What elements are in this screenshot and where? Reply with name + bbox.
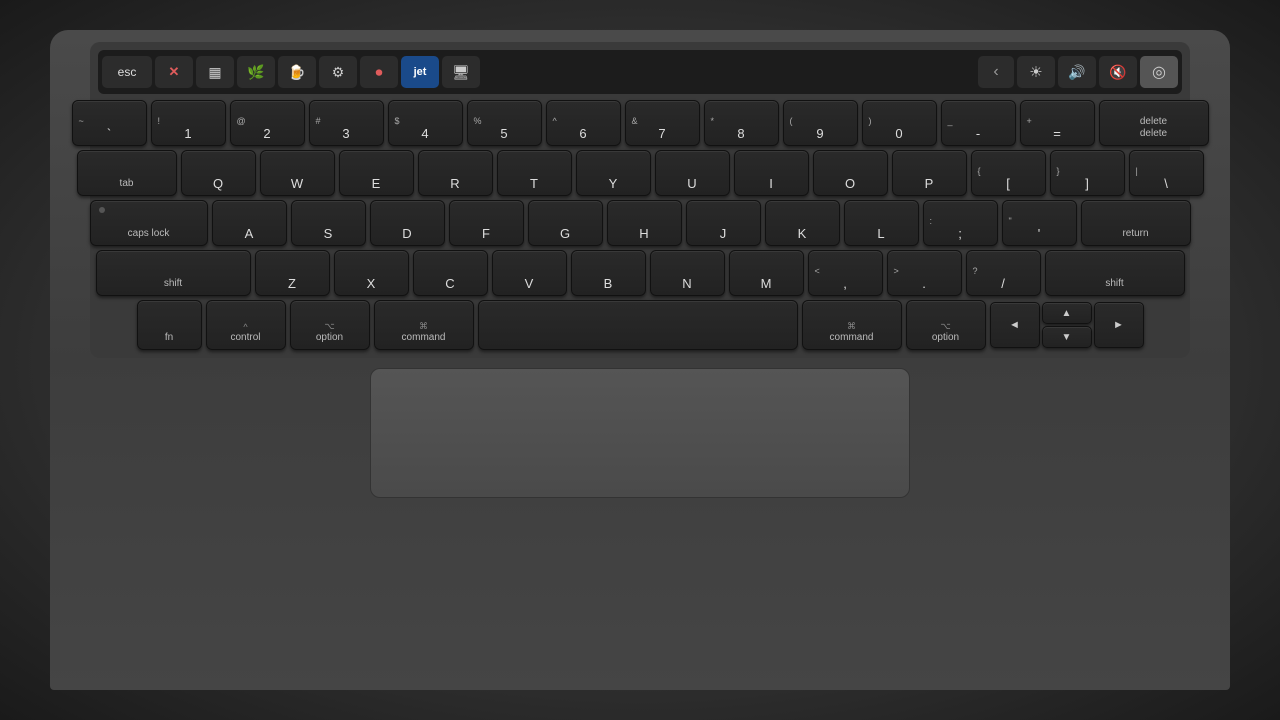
key-shift-right[interactable]: shift	[1045, 250, 1185, 296]
key-x[interactable]: X	[334, 250, 409, 296]
key-command-right[interactable]: ⌘ command	[802, 300, 902, 350]
tb-volume-icon[interactable]: 🔊	[1058, 56, 1096, 88]
key-a[interactable]: A	[212, 200, 287, 246]
asdf-row: caps lock A S D F G H J K L : ; " ' retu…	[98, 200, 1182, 246]
key-c[interactable]: C	[413, 250, 488, 296]
key-fn[interactable]: fn	[137, 300, 202, 350]
key-control[interactable]: ^ control	[206, 300, 286, 350]
tb-esc-key[interactable]: esc	[102, 56, 152, 88]
key-comma[interactable]: < ,	[808, 250, 883, 296]
key-w[interactable]: W	[260, 150, 335, 196]
zxcv-row: shift Z X C V B N M < , > . ? / shift	[98, 250, 1182, 296]
key-quote[interactable]: " '	[1002, 200, 1077, 246]
key-y[interactable]: Y	[576, 150, 651, 196]
key-z[interactable]: Z	[255, 250, 330, 296]
key-tab[interactable]: tab	[77, 150, 177, 196]
touch-bar: esc ✕ ▦ 🌿 🍺 ⚙ ⏺ jet	[98, 50, 1182, 94]
key-8[interactable]: * 8	[704, 100, 779, 146]
key-d[interactable]: D	[370, 200, 445, 246]
key-arrow-right[interactable]: ►	[1094, 302, 1144, 348]
tb-jet-icon[interactable]: jet	[401, 56, 439, 88]
qwerty-row: tab Q W E R T Y U I O P { [ } ] | \	[98, 150, 1182, 196]
key-4[interactable]: $ 4	[388, 100, 463, 146]
keyboard-area: esc ✕ ▦ 🌿 🍺 ⚙ ⏺ jet	[90, 42, 1190, 358]
key-i[interactable]: I	[734, 150, 809, 196]
tb-rec-icon[interactable]: ⏺	[360, 56, 398, 88]
key-t[interactable]: T	[497, 150, 572, 196]
tb-gear-icon[interactable]: ⚙	[319, 56, 357, 88]
key-bracket-open[interactable]: { [	[971, 150, 1046, 196]
key-shift-left[interactable]: shift	[96, 250, 251, 296]
key-command-left[interactable]: ⌘ command	[374, 300, 474, 350]
key-7[interactable]: & 7	[625, 100, 700, 146]
caps-lock-led	[99, 207, 105, 213]
tb-beer-icon[interactable]: 🍺	[278, 56, 316, 88]
tb-angle-icon[interactable]: ‹	[978, 56, 1014, 88]
key-f[interactable]: F	[449, 200, 524, 246]
key-semicolon[interactable]: : ;	[923, 200, 998, 246]
key-j[interactable]: J	[686, 200, 761, 246]
key-equals[interactable]: + =	[1020, 100, 1095, 146]
key-6[interactable]: ^ 6	[546, 100, 621, 146]
key-slash[interactable]: ? /	[966, 250, 1041, 296]
key-h[interactable]: H	[607, 200, 682, 246]
key-s[interactable]: S	[291, 200, 366, 246]
tb-siri-icon[interactable]: ◎	[1140, 56, 1178, 88]
key-period[interactable]: > .	[887, 250, 962, 296]
tb-mute-icon[interactable]: 🔇	[1099, 56, 1137, 88]
key-bracket-close[interactable]: } ]	[1050, 150, 1125, 196]
key-q[interactable]: Q	[181, 150, 256, 196]
key-option-left[interactable]: ⌥ option	[290, 300, 370, 350]
trackpad[interactable]	[370, 368, 910, 498]
key-e[interactable]: E	[339, 150, 414, 196]
key-r[interactable]: R	[418, 150, 493, 196]
key-space[interactable]	[478, 300, 798, 350]
key-o[interactable]: O	[813, 150, 888, 196]
key-l[interactable]: L	[844, 200, 919, 246]
key-9[interactable]: ( 9	[783, 100, 858, 146]
number-row: ~ ` ! 1 @ 2 # 3 $ 4 % 5	[98, 100, 1182, 146]
bottom-row: fn ^ control ⌥ option ⌘ command ⌘ comman…	[98, 300, 1182, 350]
trackpad-area	[370, 368, 910, 498]
key-b[interactable]: B	[571, 250, 646, 296]
key-arrow-left[interactable]: ◄	[990, 302, 1040, 348]
tb-leaf-icon[interactable]: 🌿	[237, 56, 275, 88]
tb-tabletool-icon[interactable]: ▦	[196, 56, 234, 88]
key-caps-lock[interactable]: caps lock	[90, 200, 208, 246]
key-arrow-down[interactable]: ▼	[1042, 326, 1092, 348]
key-0[interactable]: ) 0	[862, 100, 937, 146]
tb-close-icon[interactable]: ✕	[155, 56, 193, 88]
key-k[interactable]: K	[765, 200, 840, 246]
key-u[interactable]: U	[655, 150, 730, 196]
key-option-right[interactable]: ⌥ option	[906, 300, 986, 350]
key-p[interactable]: P	[892, 150, 967, 196]
key-return[interactable]: return	[1081, 200, 1191, 246]
key-delete[interactable]: delete delete	[1099, 100, 1209, 146]
key-3[interactable]: # 3	[309, 100, 384, 146]
key-minus[interactable]: _ -	[941, 100, 1016, 146]
key-1[interactable]: ! 1	[151, 100, 226, 146]
key-g[interactable]: G	[528, 200, 603, 246]
tb-brightness-icon[interactable]: ☀	[1017, 56, 1055, 88]
key-backslash[interactable]: | \	[1129, 150, 1204, 196]
key-arrow-up[interactable]: ▲	[1042, 302, 1092, 324]
key-n[interactable]: N	[650, 250, 725, 296]
key-2[interactable]: @ 2	[230, 100, 305, 146]
key-5[interactable]: % 5	[467, 100, 542, 146]
key-v[interactable]: V	[492, 250, 567, 296]
key-m[interactable]: M	[729, 250, 804, 296]
tb-screen-icon[interactable]: 🖥	[442, 56, 480, 88]
laptop-body: esc ✕ ▦ 🌿 🍺 ⚙ ⏺ jet	[50, 30, 1230, 690]
key-backtick[interactable]: ~ `	[72, 100, 147, 146]
